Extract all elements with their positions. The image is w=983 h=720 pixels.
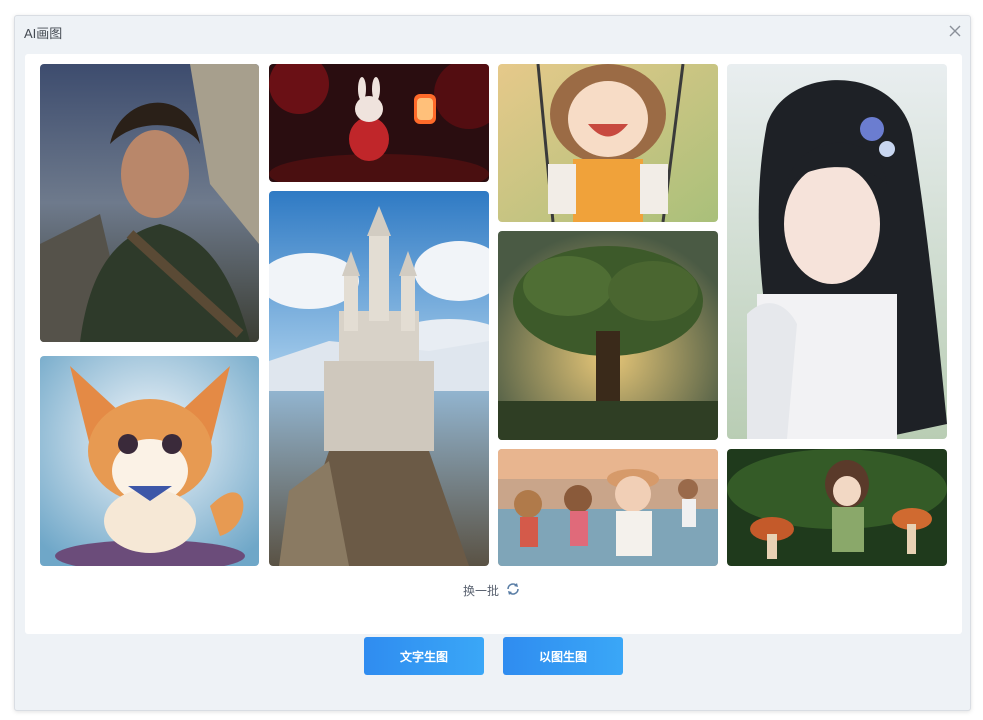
gallery-panel: 换一批: [25, 54, 962, 634]
gallery-image-rabbit[interactable]: [269, 64, 489, 182]
gallery-image-flower-girl[interactable]: [727, 64, 947, 439]
refresh-label: 换一批: [463, 583, 500, 598]
gallery-image-castle[interactable]: [269, 191, 489, 566]
refresh-button[interactable]: 换一批: [463, 580, 521, 600]
gallery-image-corgi[interactable]: [40, 356, 259, 566]
ai-drawing-dialog: AI画图 换一批: [14, 15, 971, 711]
image-to-image-button[interactable]: 以图生图: [503, 637, 623, 675]
gallery-image-tree[interactable]: [498, 231, 718, 440]
text-to-image-button[interactable]: 文字生图: [364, 637, 484, 675]
close-icon[interactable]: [946, 22, 964, 40]
gallery-image-mushroom-girl[interactable]: [727, 449, 947, 566]
dialog-title: AI画图: [24, 26, 63, 41]
refresh-icon: [505, 581, 521, 600]
gallery-image-swing-girl[interactable]: [498, 64, 718, 222]
gallery-image-beach[interactable]: [498, 449, 718, 566]
gallery-image-warrior[interactable]: [40, 64, 259, 342]
